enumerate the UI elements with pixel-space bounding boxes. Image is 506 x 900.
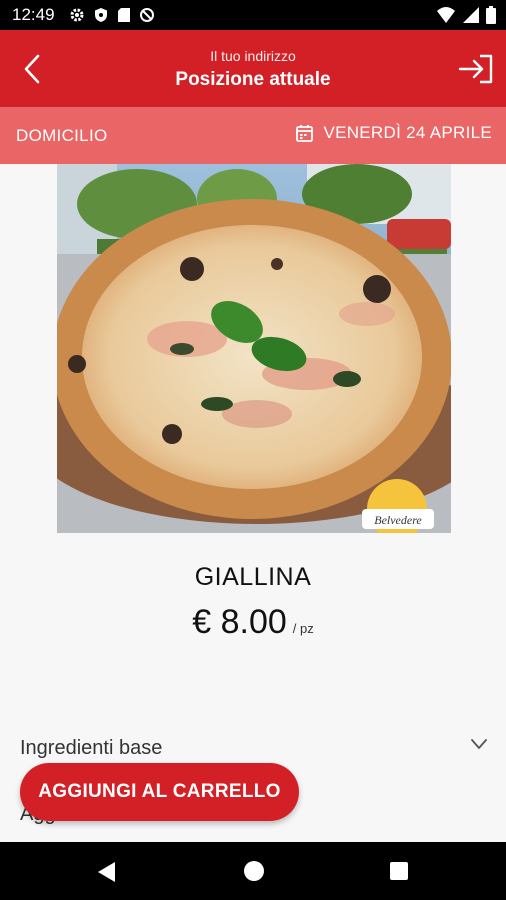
pizza-illustration: Belvedere — [57, 164, 451, 534]
status-left-icons — [69, 7, 155, 23]
add-to-cart-button[interactable]: AGGIUNGI AL CARRELLO — [20, 763, 299, 821]
login-icon[interactable] — [458, 54, 494, 84]
calendar-icon — [296, 125, 314, 142]
price-row: € 8.00 / pz — [0, 603, 506, 642]
delivery-bar: DOMICILIO VENERDÌ 24 APRILE — [0, 107, 506, 164]
battery-icon — [486, 6, 496, 24]
system-nav-bar — [0, 842, 506, 900]
address-label: Il tuo indirizzo — [210, 48, 296, 64]
app-header: Il tuo indirizzo Posizione attuale — [0, 30, 506, 107]
product-price: € 8.00 — [192, 603, 287, 641]
address-title[interactable]: Posizione attuale — [0, 69, 506, 91]
gear-icon — [70, 8, 84, 22]
status-bar: 12:49 — [0, 0, 506, 30]
home-circle-icon[interactable] — [244, 861, 264, 881]
base-ingredients-toggle[interactable]: Ingredienti base — [20, 737, 162, 760]
sd-card-icon — [117, 8, 130, 22]
signal-icon — [463, 7, 479, 23]
no-disturb-icon — [139, 8, 154, 22]
back-triangle-icon[interactable] — [96, 861, 116, 883]
price-unit: / pz — [292, 621, 314, 636]
shield-icon — [94, 8, 107, 22]
delivery-date[interactable]: VENERDÌ 24 APRILE — [296, 123, 492, 143]
wifi-icon — [437, 7, 455, 23]
status-time: 12:49 — [12, 5, 55, 24]
brand-logo-text: Belvedere — [374, 513, 422, 527]
status-right-icons — [436, 6, 496, 24]
product-image: Belvedere — [57, 164, 451, 534]
delivery-mode[interactable]: DOMICILIO — [16, 126, 108, 146]
recents-square-icon[interactable] — [390, 862, 408, 880]
product-name: GIALLINA — [194, 563, 312, 591]
delivery-date-label: VENERDÌ 24 APRILE — [323, 123, 492, 142]
chevron-down-icon[interactable] — [470, 737, 488, 751]
